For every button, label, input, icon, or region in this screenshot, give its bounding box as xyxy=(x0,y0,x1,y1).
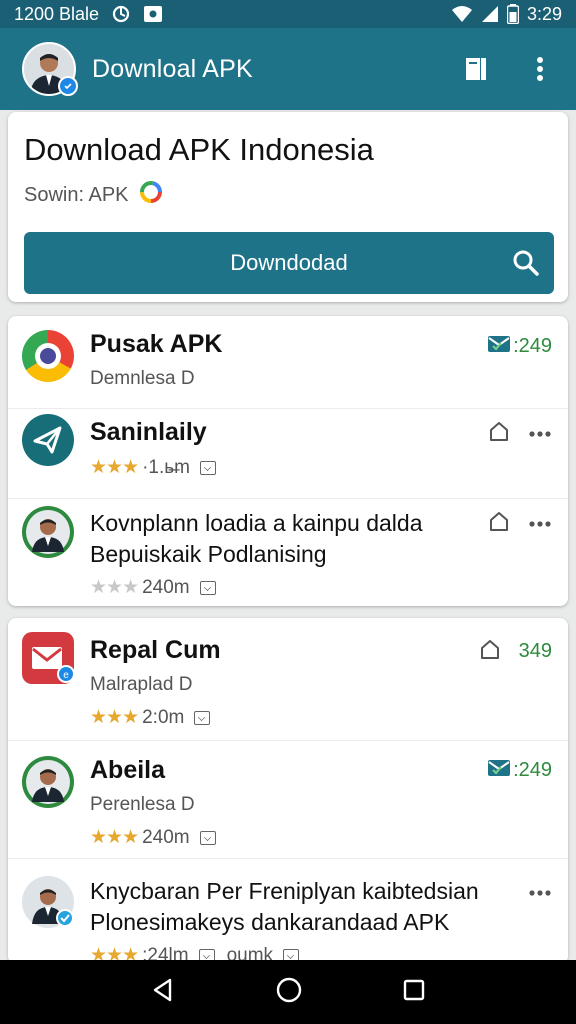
rating-stars: ★★★ xyxy=(90,457,139,478)
person-avatar xyxy=(22,756,74,808)
google-icon xyxy=(139,180,163,210)
more-horiz-icon[interactable] xyxy=(528,884,552,902)
app-title: Downloal APK xyxy=(92,54,253,83)
status-bar: 1200 Blale 3:29 xyxy=(0,0,576,28)
chrome-like-icon xyxy=(22,330,74,382)
item-title: Kovnplann loadia a kainpu dalda Bepuiska… xyxy=(90,510,423,567)
download-button-label: Downdodad xyxy=(230,250,348,275)
item-count: :249 xyxy=(513,335,552,357)
item-size: 240m xyxy=(142,576,190,598)
header-card: Download APK Indonesia Sowin: APK Downdo… xyxy=(8,112,568,302)
status-time: 3:29 xyxy=(526,3,562,24)
sync-icon xyxy=(111,4,131,24)
mail-check-icon xyxy=(487,758,511,783)
item-subtitle: Malraplad D xyxy=(90,674,193,695)
item-title: Repal Cum xyxy=(90,636,221,664)
search-icon[interactable] xyxy=(512,249,540,283)
item-title: Abeila xyxy=(90,756,166,784)
app-bar: Downloal APK xyxy=(0,28,576,110)
paper-plane-icon xyxy=(22,414,74,466)
item-title: Saninlaily xyxy=(90,418,207,446)
battery-icon xyxy=(506,4,519,24)
system-navigation-bar xyxy=(0,960,576,1024)
header-subtitle: Sowin: APK xyxy=(24,183,129,206)
status-left-text: 1200 Blale xyxy=(14,3,100,24)
item-title: Knycbaran Per Freniplyan kaibtedsian Plo… xyxy=(90,878,479,935)
rating-stars: ★★★ xyxy=(90,577,139,598)
list-item[interactable]: e Repal Cum Malraplad D ★★★ 2:0m 349 xyxy=(8,618,568,738)
item-count: 349 xyxy=(518,640,552,662)
item-size: 2:0m xyxy=(142,706,185,728)
item-meta: ★★★ ·1.ь̶m xyxy=(90,456,217,479)
back-icon[interactable] xyxy=(150,977,176,1008)
item-size: 240m xyxy=(142,826,190,848)
item-count: :249 xyxy=(513,759,552,781)
list-item[interactable]: Abeila Perenlesa D ★★★ 240m :249 xyxy=(8,740,568,856)
item-subtitle: Demnlesa D xyxy=(90,368,195,389)
recents-icon[interactable] xyxy=(402,978,426,1007)
download-box-icon xyxy=(200,460,217,475)
list-item[interactable]: Saninlaily ★★★ ·1.ь̶m xyxy=(8,408,568,498)
list-item[interactable]: Kovnplann loadia a kainpu dalda Bepuiska… xyxy=(8,498,568,606)
svg-text:e: e xyxy=(63,670,69,681)
more-horiz-icon[interactable] xyxy=(528,515,552,533)
share-icon[interactable] xyxy=(479,638,501,665)
photo-notification-icon xyxy=(143,5,163,23)
list-item[interactable]: Knycbaran Per Freniplyan kaibtedsian Plo… xyxy=(8,858,568,964)
item-size: ·1.ь̶m xyxy=(142,456,191,478)
signal-icon xyxy=(481,5,499,23)
profile-avatar[interactable] xyxy=(22,42,78,96)
header-subtitle-row: Sowin: APK xyxy=(24,180,552,210)
app-list-card: e Repal Cum Malraplad D ★★★ 2:0m 349 Abe… xyxy=(8,618,568,964)
item-subtitle: Perenlesa D xyxy=(90,794,195,815)
item-meta: ★★★ 240m xyxy=(90,826,216,849)
person-avatar xyxy=(22,506,74,558)
book-icon[interactable] xyxy=(462,55,490,83)
app-list-card: Pusak APK Demnlesa D :249 Saninlaily ★★★… xyxy=(8,316,568,606)
more-options-icon[interactable] xyxy=(526,55,554,83)
share-icon[interactable] xyxy=(488,510,510,537)
page-title: Download APK Indonesia xyxy=(24,132,374,167)
home-icon[interactable] xyxy=(275,976,303,1009)
download-box-icon xyxy=(194,710,211,725)
item-title: Pusak APK xyxy=(90,330,223,358)
share-icon[interactable] xyxy=(488,420,510,447)
verified-badge-icon xyxy=(58,76,78,96)
mail-check-icon xyxy=(487,334,511,359)
download-button[interactable]: Downdodad xyxy=(24,232,554,294)
mail-app-icon: e xyxy=(22,632,75,684)
person-avatar-verified xyxy=(22,876,74,928)
item-meta: ★★★ 2:0m xyxy=(90,706,211,729)
list-item[interactable]: Pusak APK Demnlesa D :249 xyxy=(8,316,568,406)
download-box-icon xyxy=(199,830,216,845)
wifi-icon xyxy=(451,5,473,23)
rating-stars: ★★★ xyxy=(90,707,139,728)
item-meta: ★★★ 240m xyxy=(90,576,216,599)
rating-stars: ★★★ xyxy=(90,827,139,848)
more-horiz-icon[interactable] xyxy=(528,425,552,443)
download-box-icon xyxy=(199,580,216,595)
